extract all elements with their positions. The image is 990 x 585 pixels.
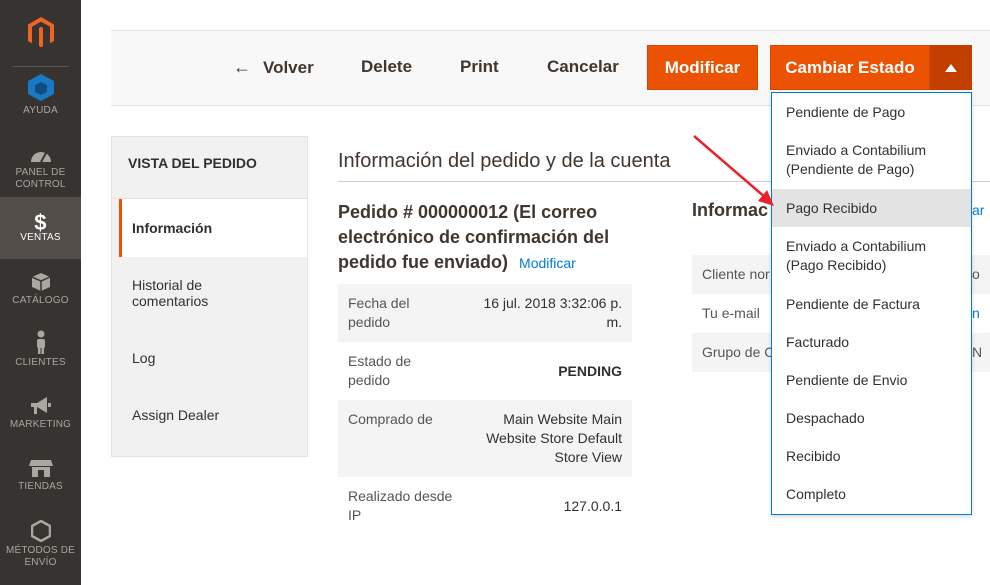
logo-divider (12, 66, 69, 67)
account-row-value[interactable]: n (972, 304, 980, 323)
status-option[interactable]: Enviado a Contabilium (Pendiente de Pago… (772, 131, 971, 189)
status-option[interactable]: Pendiente de Envio (772, 361, 971, 399)
order-info-label: Fecha del pedido (348, 295, 410, 330)
status-option[interactable]: Recibido (772, 437, 971, 475)
order-info-row-ip: Realizado desde IP 127.0.0.1 (338, 477, 632, 535)
tab-informacion[interactable]: Información (119, 199, 307, 257)
status-option[interactable]: Facturado (772, 323, 971, 361)
magento-logo-icon[interactable] (0, 0, 81, 66)
order-edit-link[interactable]: Modificar (519, 255, 576, 271)
nav-item-tiendas[interactable]: TIENDAS (0, 452, 81, 514)
annotation-arrow-icon (693, 135, 774, 206)
tab-historial[interactable]: Historial de comentarios (120, 277, 260, 309)
status-option[interactable]: Pendiente de Pago (772, 93, 971, 131)
account-row-label: Grupo de C (702, 344, 775, 360)
edit-order-button[interactable]: Modificar (647, 45, 758, 90)
tab-assign-dealer[interactable]: Assign Dealer (120, 407, 308, 423)
order-info-value: 127.0.0.1 (563, 498, 622, 514)
nav-item-ayuda[interactable]: AYUDA (0, 72, 81, 134)
status-option-highlighted[interactable]: Pago Recibido (772, 189, 971, 227)
order-info-label: Realizado desde IP (348, 488, 453, 523)
section-title: Información del pedido y de la cuenta (338, 150, 671, 172)
nav-item-ventas[interactable]: $ VENTAS (0, 197, 81, 259)
person-icon (34, 324, 48, 354)
nav-item-clientes[interactable]: CLIENTES (0, 324, 81, 386)
nav-item-label: CLIENTES (15, 357, 66, 368)
change-status-button[interactable]: Cambiar Estado (770, 45, 930, 90)
tabs-title: VISTA DEL PEDIDO (128, 155, 257, 171)
account-edit-link[interactable]: ar (972, 202, 984, 218)
cube-icon (26, 72, 56, 102)
status-option[interactable]: Completo (772, 475, 971, 513)
order-info-row-store: Comprado de Main Website Main Website St… (338, 400, 632, 477)
nav-item-label: AYUDA (23, 105, 58, 116)
order-title: Pedido # 000000012 (El correo electrónic… (338, 200, 638, 276)
delete-button[interactable]: Delete (361, 57, 412, 77)
account-row-label: Cliente nor (702, 266, 770, 282)
nav-item-label: MARKETING (9, 419, 72, 430)
nav-item-catalogo[interactable]: CATÁLOGO (0, 266, 81, 328)
box-icon (31, 266, 51, 292)
arrow-left-icon: ← (233, 57, 251, 77)
change-status-menu: Pendiente de Pago Enviado a Contabilium … (771, 92, 972, 515)
order-info-label: Comprado de (348, 411, 433, 427)
print-button[interactable]: Print (460, 57, 499, 77)
megaphone-icon (29, 390, 53, 416)
nav-item-label: VENTAS (20, 232, 61, 243)
store-icon (28, 452, 53, 478)
nav-item-label: MÉTODOS DE ENVÍO (5, 545, 76, 568)
order-info-value: 16 jul. 2018 3:32:06 p. m. (483, 295, 622, 330)
order-info-row-status: Estado de pedido PENDING (338, 342, 632, 400)
hexagon-icon (30, 514, 51, 542)
dashboard-icon (29, 140, 53, 164)
order-status-value: PENDING (558, 363, 622, 379)
admin-sidebar: AYUDA PANEL DE CONTROL $ VENTAS CATÁLOGO… (0, 0, 81, 585)
change-status-toggle[interactable] (930, 45, 972, 90)
order-info-value: Main Website Main Website Store Default … (486, 411, 622, 465)
account-row-label: Tu e-mail (702, 305, 760, 321)
nav-item-label: TIENDAS (18, 481, 63, 492)
dollar-icon: $ (34, 210, 47, 235)
account-row-value: o (972, 266, 980, 282)
back-button-label: Volver (263, 57, 314, 77)
caret-up-icon (945, 59, 957, 77)
order-info-row-date: Fecha del pedido 16 jul. 2018 3:32:06 p.… (338, 284, 632, 342)
tab-log[interactable]: Log (120, 350, 308, 366)
nav-item-marketing[interactable]: MARKETING (0, 390, 81, 452)
nav-item-label: PANEL DE CONTROL (15, 167, 66, 190)
status-option[interactable]: Enviado a Contabilium (Pago Recibido) (772, 227, 971, 285)
order-info-label: Estado de pedido (348, 353, 412, 388)
nav-item-label: CATÁLOGO (12, 295, 69, 306)
status-option[interactable]: Despachado (772, 399, 971, 437)
account-row-value: N (972, 344, 983, 360)
tab-label: Información (132, 220, 213, 236)
cancel-button[interactable]: Cancelar (547, 57, 619, 77)
back-button[interactable]: ← Volver (233, 57, 314, 78)
nav-item-panel-de-control[interactable]: PANEL DE CONTROL (0, 140, 81, 202)
nav-item-metodos-de-envio[interactable]: MÉTODOS DE ENVÍO (0, 514, 81, 574)
status-option[interactable]: Pendiente de Factura (772, 285, 971, 323)
